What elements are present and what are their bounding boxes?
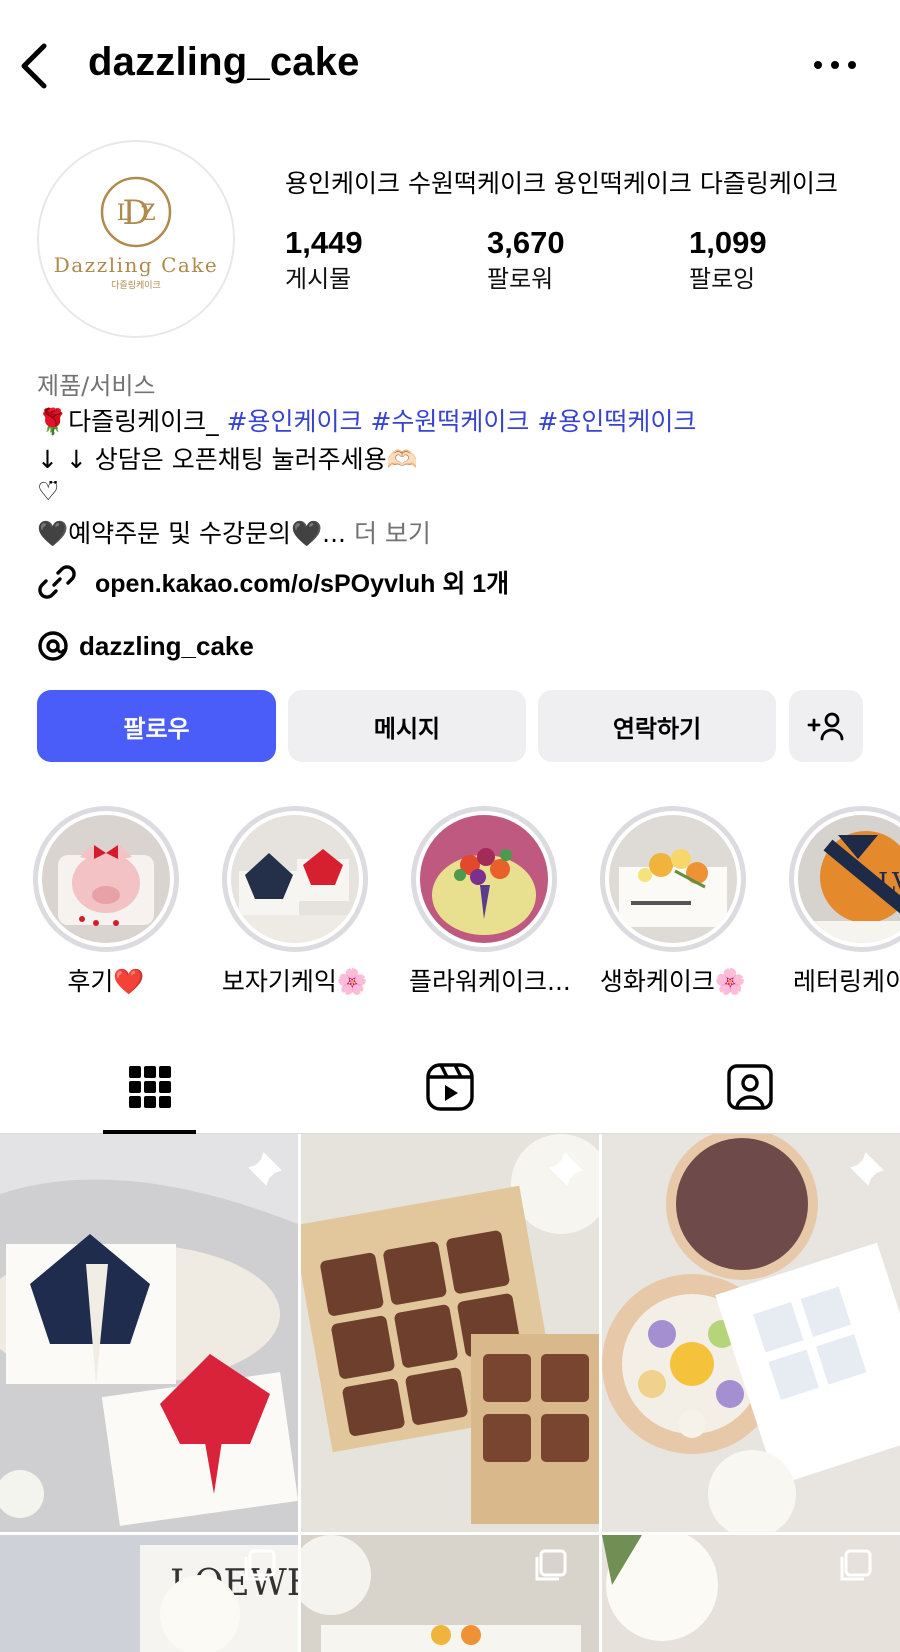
bio-line-4: 🖤예약주문 및 수강문의🖤... 더 보기 [37, 514, 431, 550]
ellipsis-icon [814, 61, 856, 69]
stat-following-count: 1,099 [689, 225, 767, 260]
bio-hashtags[interactable]: #용인케이크 #수원떡케이크 #용인떡케이크 [227, 407, 697, 436]
profile-link[interactable]: open.kakao.com/o/sPOyvluh 외 1개 [37, 560, 509, 604]
threads-link[interactable]: dazzling_cake [37, 626, 254, 666]
highlight-label: 보자기케익🌸 [221, 967, 369, 996]
stat-followers-count: 3,670 [487, 225, 565, 260]
highlight-label: 플라워케이크... [409, 967, 571, 996]
stat-posts-label: 게시물 [285, 265, 352, 293]
highlight-thumbnail [420, 815, 548, 943]
tab-posts[interactable] [0, 1040, 300, 1134]
bio-line-2: ↓ ↓ 상담은 오픈채팅 눌러주세용🫶🏻 [37, 445, 418, 474]
highlight-label: 생화케이크🌸 [599, 967, 747, 996]
svg-text:Z: Z [140, 201, 155, 226]
contact-button[interactable]: 연락하기 [538, 690, 776, 762]
profile-avatar[interactable]: D L Z Dazzling Cake 다즐링케이크 [37, 140, 235, 338]
tab-tagged[interactable] [600, 1040, 900, 1134]
post-tile[interactable] [301, 1535, 599, 1652]
highlight-lettering-cake[interactable]: LV 레터링케이크 [787, 806, 900, 998]
highlight-fresh-flower-cake[interactable]: 생화케이크🌸 [598, 806, 748, 998]
stat-following-label: 팔로잉 [689, 265, 756, 293]
dazzling-cake-logo: D L Z Dazzling Cake 다즐링케이크 [54, 176, 219, 291]
bio-more-link[interactable]: 더 보기 [346, 519, 431, 548]
profile-tabs [0, 1040, 900, 1134]
stat-posts[interactable]: 1,449 게시물 [285, 224, 363, 296]
highlight-thumbnail [231, 815, 359, 943]
threads-username: dazzling_cake [79, 630, 254, 661]
highlight-reviews[interactable]: 후기❤️ [31, 806, 181, 998]
back-button[interactable] [18, 42, 52, 90]
add-person-icon [807, 712, 844, 741]
profile-category: 제품/서비스 [37, 372, 156, 400]
tagged-person-icon [727, 1064, 773, 1110]
svg-text:다즐링케이크: 다즐링케이크 [111, 279, 161, 291]
stat-posts-count: 1,449 [285, 225, 363, 260]
highlight-thumbnail [42, 815, 170, 943]
top-bar: dazzling_cake [0, 0, 900, 130]
post-tile[interactable] [0, 1134, 298, 1532]
highlight-thumbnail [609, 815, 737, 943]
tab-reels[interactable] [300, 1040, 600, 1134]
profile-link-text: open.kakao.com/o/sPOyvluh 외 1개 [95, 570, 510, 598]
stat-followers[interactable]: 3,670 팔로워 [487, 224, 565, 296]
profile-display-name: 용인케이크 수원떡케이크 용인떡케이크 다즐링케이크 [285, 169, 838, 198]
stat-followers-label: 팔로워 [487, 265, 554, 293]
svg-text:LV: LV [878, 868, 900, 898]
more-options-button[interactable] [810, 52, 860, 78]
stat-following[interactable]: 1,099 팔로잉 [689, 224, 767, 296]
post-tile[interactable] [301, 1134, 599, 1532]
svg-text:L: L [117, 201, 132, 226]
highlight-thumbnail: LV [798, 815, 900, 943]
post-tile[interactable] [602, 1535, 900, 1652]
bio-name-text: 🌹다즐링케이크_ [37, 407, 227, 436]
bio-reservation-text: 🖤예약주문 및 수강문의🖤... [37, 519, 346, 548]
threads-icon [38, 631, 68, 661]
grid-icon [129, 1066, 171, 1108]
suggest-people-button[interactable] [789, 690, 863, 762]
highlight-flower-cake[interactable]: 플라워케이크... [409, 806, 571, 998]
bio-line-1: 🌹다즐링케이크_ #용인케이크 #수원떡케이크 #용인떡케이크 [37, 402, 696, 438]
highlight-label: 레터링케이크 [792, 967, 900, 996]
highlight-label: 후기❤️ [67, 967, 145, 996]
message-button[interactable]: 메시지 [288, 690, 526, 762]
chevron-left-icon [21, 43, 47, 89]
profile-username-title: dazzling_cake [88, 40, 360, 84]
highlight-bojagi-cake[interactable]: 보자기케익🌸 [220, 806, 370, 998]
post-tile[interactable] [602, 1134, 900, 1532]
post-tile[interactable]: LOEWE [0, 1535, 298, 1652]
reels-icon [426, 1063, 474, 1111]
bio-line-3: ♡̈ [37, 477, 60, 506]
link-icon [38, 565, 76, 599]
svg-text:Dazzling Cake: Dazzling Cake [54, 253, 219, 277]
follow-button[interactable]: 팔로우 [37, 690, 276, 762]
